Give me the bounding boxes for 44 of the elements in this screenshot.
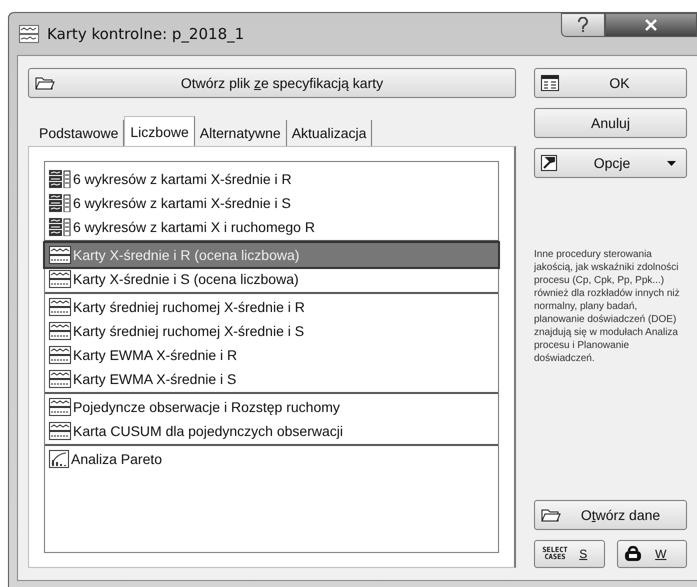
ok-button[interactable]: OK	[534, 68, 687, 98]
tab[interactable]: Liczbowe	[124, 116, 195, 146]
weight-icon	[624, 546, 642, 562]
list-item[interactable]: Karty X-średnie i S (ocena liczbowa)	[45, 267, 498, 291]
info-text: Inne procedury sterowania jakością, jak wskaźniki zdolności procesu (Cp, Cpk, Pp, Ppk...) również dla rozkładów innych niż normalny, plany badań, planowanie doświadczeń (DOE) znajdują się w modułach Analiza procesu i Planowanie doświadczeń.	[534, 248, 681, 365]
list-item[interactable]: Karty EWMA X-średnie i S	[45, 367, 498, 391]
chart-icon	[49, 322, 71, 340]
close-button[interactable]	[605, 13, 697, 37]
chart-icon	[49, 298, 71, 316]
open-specification-button[interactable]: Otwórz plik ze specyfikacją karty	[28, 68, 516, 98]
list-item[interactable]: Analiza Pareto	[45, 447, 498, 471]
chart-icon	[49, 422, 71, 440]
open-data-button[interactable]: Otwórz dane	[534, 500, 687, 530]
table-icon	[541, 75, 559, 91]
pareto-chart-icon	[49, 450, 69, 468]
list-item[interactable]: 6 wykresów z kartami X i ruchomego R	[45, 215, 498, 239]
chart-icon	[19, 25, 39, 43]
list-item[interactable]: 6 wykresów z kartami X-średnie i R	[45, 167, 498, 191]
multi-chart-icon	[49, 194, 71, 212]
chart-icon	[49, 398, 71, 416]
folder-icon	[35, 75, 55, 91]
list-item[interactable]: Karty X-średnie i R (ocena liczbowa)	[45, 243, 498, 267]
multi-chart-icon	[49, 218, 71, 236]
window-title: Karty kontrolne: p_2018_1	[47, 25, 244, 43]
folder-icon	[541, 507, 561, 523]
tools-icon	[541, 155, 557, 171]
options-button[interactable]: Opcje	[534, 148, 687, 178]
list-item[interactable]: Karty średniej ruchomej X-średnie i S	[45, 319, 498, 343]
help-button[interactable]	[561, 13, 605, 37]
cancel-button[interactable]: Anuluj	[534, 108, 687, 138]
caret-icon	[667, 160, 676, 166]
list-item[interactable]: Karty EWMA X-średnie i R	[45, 343, 498, 367]
help-icon	[577, 17, 589, 33]
list-item[interactable]: Karta CUSUM dla pojedynczych obserwacji	[45, 419, 498, 443]
chart-icon	[49, 370, 71, 388]
close-icon	[644, 19, 658, 31]
chart-icon	[49, 346, 71, 364]
list-item[interactable]: Karty średniej ruchomej X-średnie i R	[45, 295, 498, 319]
multi-chart-icon	[49, 170, 71, 188]
chart-icon	[49, 270, 71, 288]
weight-button[interactable]: W	[616, 540, 687, 568]
chart-icon	[49, 246, 71, 264]
list-item[interactable]: Pojedyncze obserwacje i Rozstęp ruchomy	[45, 395, 498, 419]
list-item[interactable]: 6 wykresów z kartami X-średnie i S	[45, 191, 498, 215]
